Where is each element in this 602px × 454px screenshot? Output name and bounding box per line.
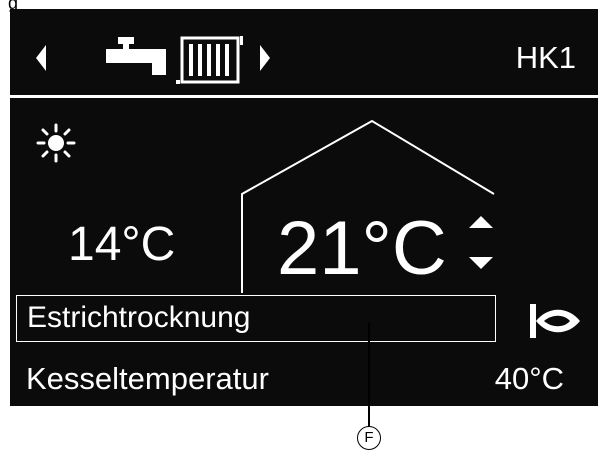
program-status-text: Estrichtrocknung [27,301,251,334]
outdoor-temperature: 14°C [68,218,176,271]
boiler-temperature-value: 40°C [494,361,564,396]
burner-flame-icon [530,304,580,338]
up-down-arrows-icon[interactable] [467,216,495,270]
chevron-right-icon[interactable] [258,43,272,73]
room-temperature[interactable]: 21°C [277,209,447,289]
boiler-temperature-label: Kesseltemperatur [26,361,269,396]
callout-marker-f: F [357,426,381,450]
sun-icon [36,123,76,163]
program-status-box[interactable]: Estrichtrocknung [16,295,496,342]
radiator-icon[interactable] [176,36,244,86]
heating-circuit-label: HK1 [515,40,576,75]
chevron-left-icon[interactable] [34,43,48,73]
header-divider [10,95,598,98]
tap-icon [106,37,166,75]
callout-line [368,323,370,427]
display-screen: HK1 14°C 21°C Estrichtrocknung Kesseltem… [10,9,598,406]
